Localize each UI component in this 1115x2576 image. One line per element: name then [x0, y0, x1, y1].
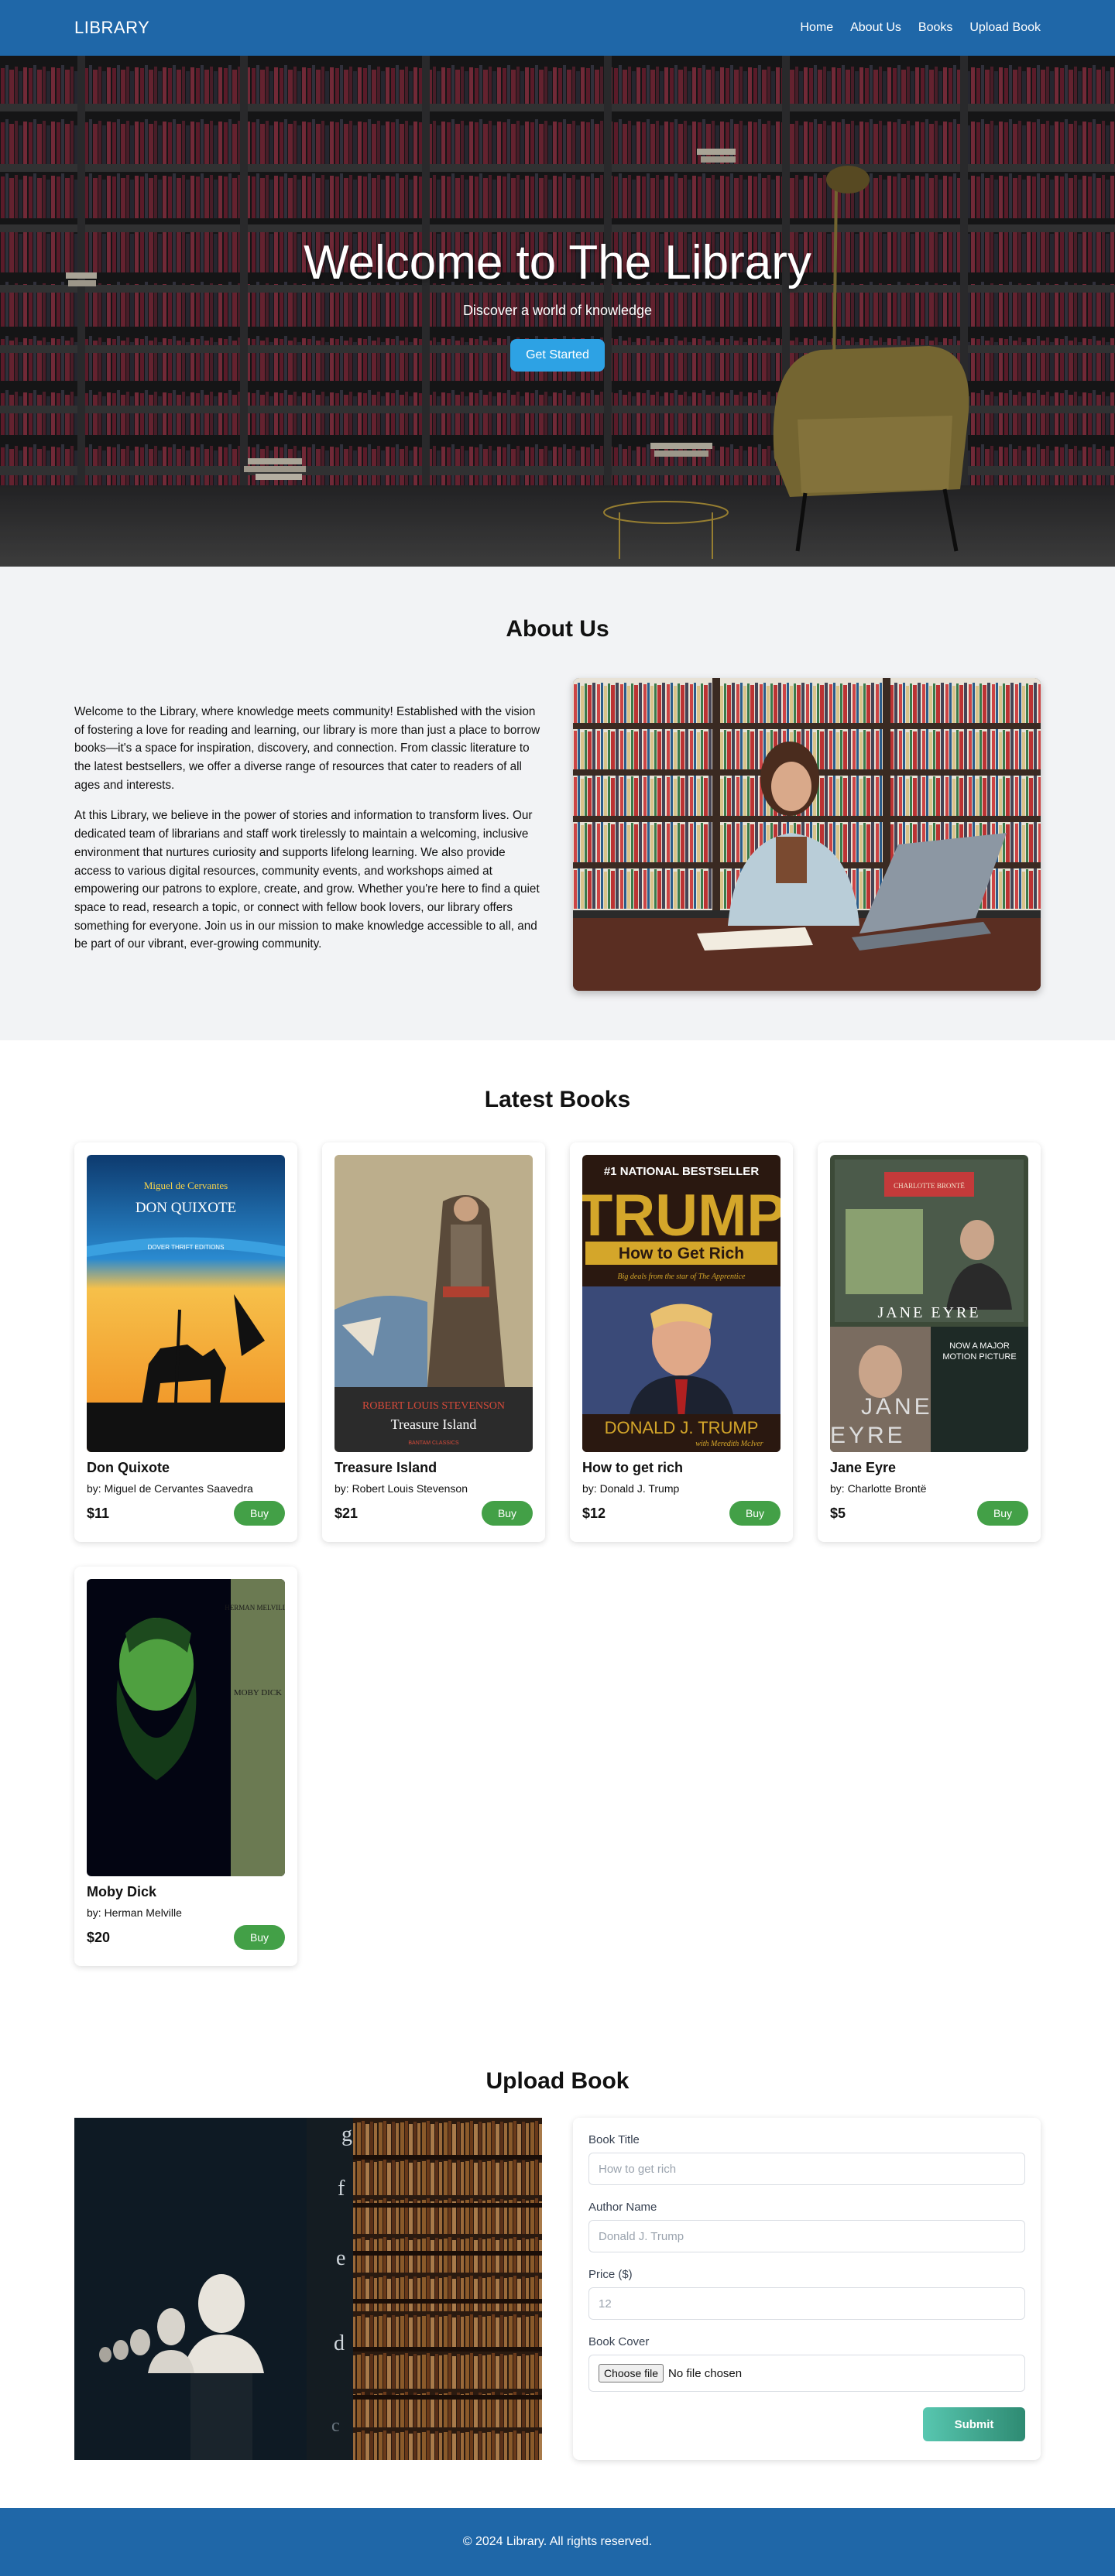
nav-links: Home About Us Books Upload Book	[800, 21, 1041, 35]
svg-text:ROBERT LOUIS STEVENSON: ROBERT LOUIS STEVENSON	[362, 1400, 505, 1412]
book-cover-file-input[interactable]: Choose file No file chosen	[588, 2355, 1025, 2392]
upload-title: Upload Book	[485, 2068, 630, 2094]
book-title: Don Quixote	[87, 1460, 170, 1475]
about-title: About Us	[506, 616, 609, 642]
book-card: HERMAN MELVILLE MOBY DICK Moby Dick by: …	[74, 1567, 297, 1966]
author-name-label: Author Name	[588, 2201, 657, 2214]
svg-text:with Meredith McIver: with Meredith McIver	[695, 1440, 763, 1448]
about-section: About Us Welcome to the Library, where k…	[0, 567, 1115, 1040]
hero-content: Welcome to The Library Discover a world …	[0, 235, 1115, 372]
svg-text:JANE: JANE	[861, 1394, 933, 1420]
book-author: by: Donald J. Trump	[582, 1482, 680, 1495]
book-cover-image[interactable]: CHARLOTTE BRONTË JANE EYRE JANE EYRE NOW…	[830, 1155, 1028, 1452]
buy-button[interactable]: Buy	[729, 1501, 780, 1526]
book-cover-label: Book Cover	[588, 2335, 650, 2348]
book-card: #1 NATIONAL BESTSELLER TRUMP How to Get …	[570, 1142, 793, 1542]
buy-button[interactable]: Buy	[977, 1501, 1028, 1526]
book-price: $21	[334, 1505, 359, 1521]
book-title-label: Book Title	[588, 2133, 640, 2146]
book-card: CHARLOTTE BRONTË JANE EYRE JANE EYRE NOW…	[818, 1142, 1041, 1542]
price-label: Price ($)	[588, 2268, 633, 2281]
book-card: Miguel de Cervantes DON QUIXOTE DOVER TH…	[74, 1142, 297, 1542]
svg-text:BANTAM CLASSICS: BANTAM CLASSICS	[408, 1440, 459, 1446]
book-price: $11	[87, 1505, 110, 1521]
svg-text:c: c	[331, 2416, 340, 2436]
book-cover-image[interactable]: HERMAN MELVILLE MOBY DICK	[87, 1579, 285, 1876]
no-file-text: No file chosen	[668, 2366, 743, 2380]
about-text: Welcome to the Library, where knowledge …	[74, 703, 542, 966]
book-title: Jane Eyre	[830, 1460, 897, 1475]
svg-text:MOBY DICK: MOBY DICK	[234, 1688, 282, 1697]
svg-text:JANE EYRE: JANE EYRE	[877, 1304, 980, 1321]
svg-text:DOVER THRIFT EDITIONS: DOVER THRIFT EDITIONS	[148, 1244, 225, 1251]
author-name-input[interactable]	[588, 2220, 1025, 2252]
book-title: Moby Dick	[87, 1884, 157, 1899]
book-cover-image[interactable]: ROBERT LOUIS STEVENSON Treasure Island B…	[334, 1155, 533, 1452]
footer: © 2024 Library. All rights reserved.	[0, 2508, 1115, 2576]
navbar: LIBRARY Home About Us Books Upload Book	[0, 0, 1115, 56]
svg-text:Miguel de Cervantes: Miguel de Cervantes	[144, 1180, 228, 1191]
nav-link-about[interactable]: About Us	[850, 21, 901, 35]
book-price: $5	[830, 1505, 846, 1521]
svg-text:e: e	[336, 2246, 345, 2270]
book-card: ROBERT LOUIS STEVENSON Treasure Island B…	[322, 1142, 545, 1542]
price-input[interactable]	[588, 2287, 1025, 2320]
book-title: Treasure Island	[334, 1460, 437, 1475]
nav-link-upload[interactable]: Upload Book	[969, 21, 1041, 35]
svg-text:EYRE: EYRE	[830, 1423, 906, 1448]
book-author: by: Miguel de Cervantes Saavedra	[87, 1482, 253, 1495]
hero-section: Welcome to The Library Discover a world …	[0, 56, 1115, 567]
svg-text:#1 NATIONAL BESTSELLER: #1 NATIONAL BESTSELLER	[604, 1165, 759, 1178]
footer-copyright: © 2024 Library. All rights reserved.	[462, 2535, 653, 2548]
book-title-input[interactable]	[588, 2153, 1025, 2185]
svg-text:CHARLOTTE BRONTË: CHARLOTTE BRONTË	[894, 1182, 965, 1190]
book-cover-image[interactable]: Miguel de Cervantes DON QUIXOTE DOVER TH…	[87, 1155, 285, 1452]
about-paragraph: Welcome to the Library, where knowledge …	[74, 704, 540, 792]
svg-text:Treasure Island: Treasure Island	[391, 1416, 477, 1432]
svg-text:How to Get Rich: How to Get Rich	[619, 1245, 744, 1262]
choose-file-button[interactable]: Choose file	[599, 2364, 664, 2382]
buy-button[interactable]: Buy	[234, 1925, 285, 1950]
svg-text:DON QUIXOTE: DON QUIXOTE	[136, 1200, 236, 1216]
buy-button[interactable]: Buy	[482, 1501, 533, 1526]
hero-title: Welcome to The Library	[304, 236, 811, 289]
nav-link-books[interactable]: Books	[918, 21, 952, 35]
svg-text:g: g	[341, 2122, 352, 2146]
book-author: by: Robert Louis Stevenson	[334, 1482, 468, 1495]
book-grid: Miguel de Cervantes DON QUIXOTE DOVER TH…	[74, 1142, 1041, 1966]
book-price: $12	[582, 1505, 606, 1521]
books-title: Latest Books	[484, 1087, 631, 1112]
svg-text:HERMAN MELVILLE: HERMAN MELVILLE	[225, 1604, 285, 1612]
book-author: by: Charlotte Brontë	[830, 1482, 927, 1495]
svg-text:TRUMP: TRUMP	[582, 1183, 780, 1249]
nav-link-home[interactable]: Home	[800, 21, 833, 35]
about-paragraph: At this Library, we believe in the power…	[74, 809, 540, 951]
svg-text:f: f	[338, 2177, 345, 2201]
upload-image: g f e d c	[74, 2118, 542, 2460]
brand-logo[interactable]: LIBRARY	[74, 18, 149, 38]
upload-form: Book Title Author Name Price ($) Book Co…	[573, 2118, 1041, 2460]
book-title: How to get rich	[582, 1460, 683, 1475]
get-started-button[interactable]: Get Started	[510, 339, 605, 372]
book-cover-image[interactable]: #1 NATIONAL BESTSELLER TRUMP How to Get …	[582, 1155, 780, 1452]
book-author: by: Herman Melville	[87, 1906, 182, 1919]
book-price: $20	[87, 1929, 111, 1945]
svg-text:Big deals from the star of The: Big deals from the star of The Apprentic…	[618, 1273, 746, 1281]
svg-text:d: d	[334, 2331, 345, 2355]
about-image	[573, 678, 1041, 991]
upload-section: Upload Book g f e d c Book Title How to …	[0, 2028, 1115, 2508]
submit-button[interactable]: Submit	[923, 2407, 1025, 2441]
buy-button[interactable]: Buy	[234, 1501, 285, 1526]
latest-books-section: Latest Books Miguel de Cervantes DON QUI…	[0, 1040, 1115, 2028]
svg-text:DONALD J. TRUMP: DONALD J. TRUMP	[605, 1418, 759, 1437]
hero-subtitle: Discover a world of knowledge	[462, 303, 653, 318]
